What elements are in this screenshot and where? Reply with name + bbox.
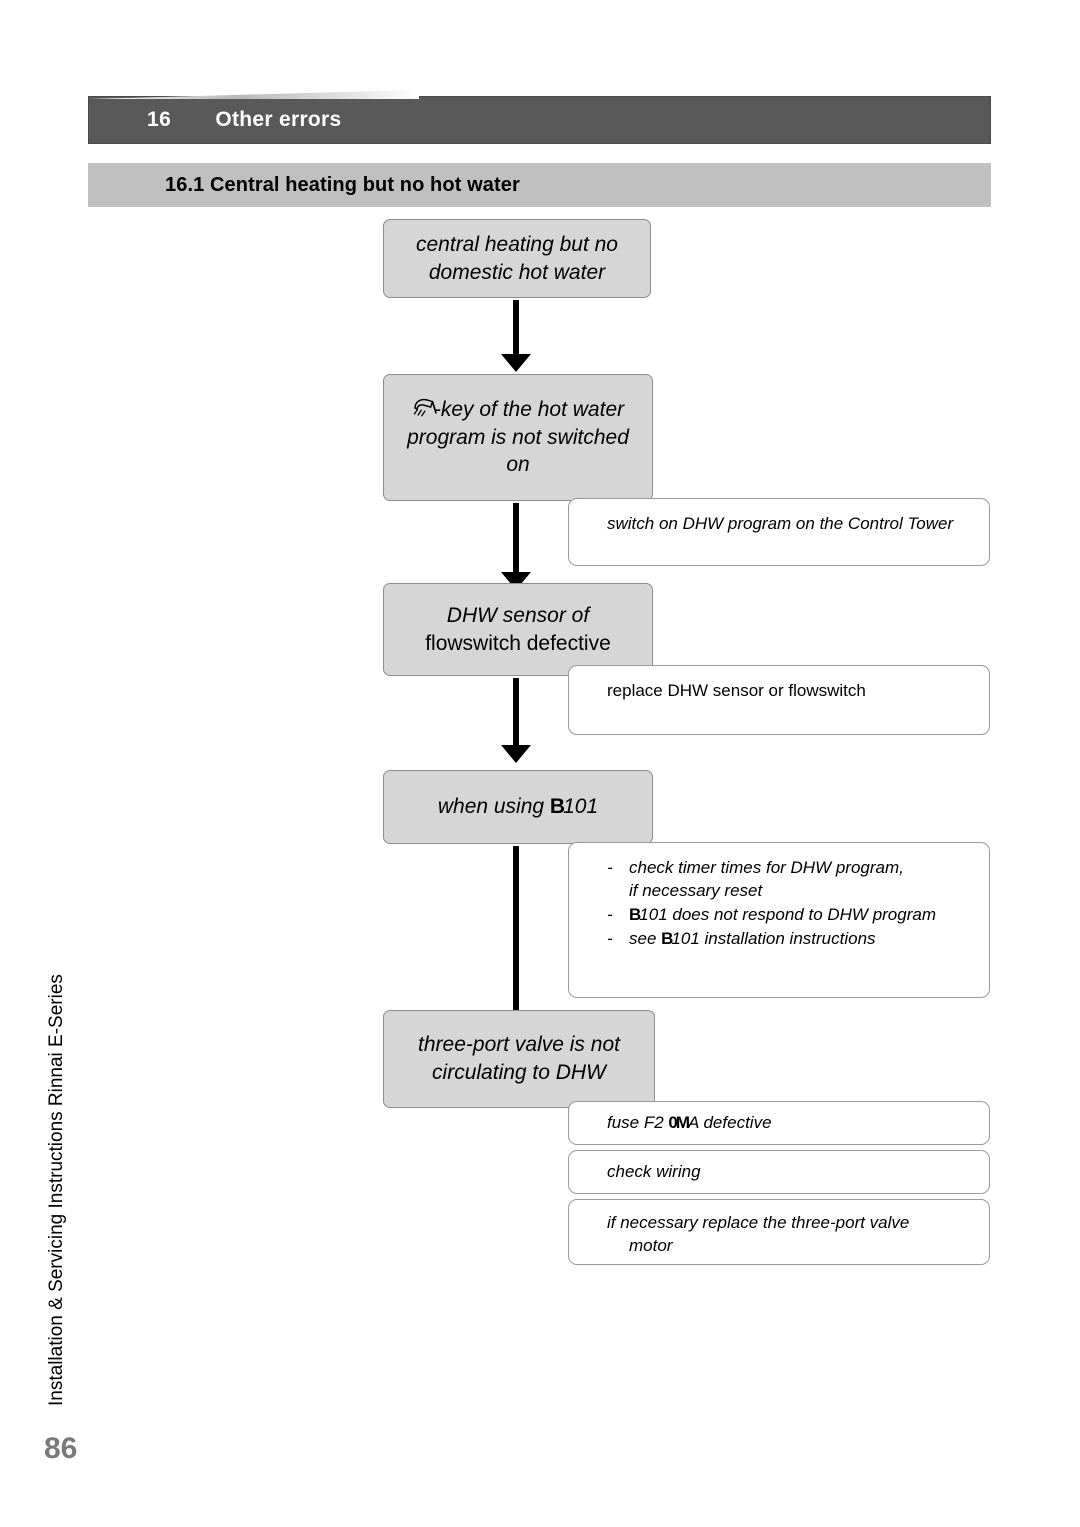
- flow-node-problem-label: central heating but no domestic hot wate…: [416, 232, 618, 284]
- flow-node-dhw-sensor-label: DHW sensor of flowswitch defective: [425, 602, 611, 657]
- list-item: - check timer times for DHW program, if …: [607, 857, 965, 903]
- flow-action-replace-valve-motor-line1: if necessary replace the three-port valv…: [607, 1213, 910, 1232]
- flow-action-replace-valve-motor: if necessary replace the three-port valv…: [568, 1199, 990, 1265]
- list-dash: -: [607, 904, 613, 924]
- flow-node-b101-symbol: B: [549, 795, 565, 819]
- flow-arrow-3: [513, 678, 519, 746]
- list-item: - B101 does not respond to DHW program: [607, 904, 965, 927]
- flow-arrow-1: [513, 300, 519, 355]
- flow-node-dhw-key-off-content: -key of the hot water program is not swi…: [398, 396, 638, 479]
- flow-node-three-port-valve-label: three-port valve is not circulating to D…: [418, 1033, 620, 1084]
- flow-action-fuse-f2-symbol: 0M: [668, 1113, 690, 1132]
- flow-node-dhw-sensor: DHW sensor of flowswitch defective: [383, 583, 653, 676]
- flow-action-b101-checks: - check timer times for DHW program, if …: [568, 842, 990, 998]
- flow-node-problem: central heating but no domestic hot wate…: [383, 219, 651, 298]
- flow-action-fuse-f2-suffix: A defective: [688, 1113, 772, 1132]
- flow-node-dhw-sensor-line1: DHW sensor of: [446, 603, 590, 627]
- flow-node-b101-suffix: 101: [563, 795, 599, 819]
- list-dash: -: [607, 928, 613, 948]
- list-item-symbol: B: [661, 928, 673, 948]
- flow-action-switch-on-dhw: switch on DHW program on the Control Tow…: [568, 498, 990, 566]
- flow-node-b101-prefix: when using: [437, 795, 550, 819]
- flow-action-b101-checks-list: - check timer times for DHW program, if …: [607, 857, 965, 951]
- flow-action-replace-sensor-text: replace DHW sensor or flowswitch: [607, 681, 866, 700]
- list-item-prefix: see: [629, 928, 662, 948]
- list-item-line1: 101 installation instructions: [671, 928, 876, 948]
- list-item: - see B101 installation instructions: [607, 928, 965, 951]
- flow-action-replace-sensor: replace DHW sensor or flowswitch: [568, 665, 990, 735]
- side-running-header: Installation & Servicing Instructions Ri…: [46, 974, 67, 1406]
- flow-node-b101: when using B101: [383, 770, 653, 844]
- flow-arrow-4: [513, 846, 519, 1012]
- flow-node-three-port-valve: three-port valve is not circulating to D…: [383, 1010, 655, 1108]
- list-item-line1: 101 does not respond to DHW program: [639, 904, 936, 924]
- list-item-line2: if necessary reset: [629, 880, 763, 900]
- flow-action-fuse-f2: fuse F2 0MA defective: [568, 1101, 990, 1145]
- list-item-symbol: B: [629, 904, 641, 924]
- flow-arrow-2: [513, 503, 519, 573]
- flow-node-dhw-key-off: -key of the hot water program is not swi…: [383, 374, 653, 501]
- flow-action-fuse-f2-prefix: fuse F2: [607, 1113, 669, 1132]
- flow-node-dhw-sensor-line2: flowswitch defective: [425, 631, 611, 655]
- flow-action-check-wiring: check wiring: [568, 1150, 990, 1194]
- page-number: 86: [44, 1432, 78, 1465]
- list-dash: -: [607, 858, 613, 877]
- flow-node-b101-label: when using B101: [438, 793, 598, 821]
- flow-node-dhw-key-off-label: -key of the hot water program is not swi…: [407, 397, 629, 477]
- flow-action-switch-on-dhw-text: switch on DHW program on the Control Tow…: [607, 514, 954, 533]
- troubleshooting-flowchart: central heating but no domestic hot wate…: [0, 0, 1080, 1527]
- flow-action-replace-valve-motor-line2: motor: [629, 1235, 673, 1255]
- flow-action-fuse-f2-text: fuse F2 0MA defective: [607, 1113, 772, 1132]
- list-item-line1: check timer times for DHW program,: [629, 858, 904, 877]
- flow-action-check-wiring-text: check wiring: [607, 1162, 701, 1181]
